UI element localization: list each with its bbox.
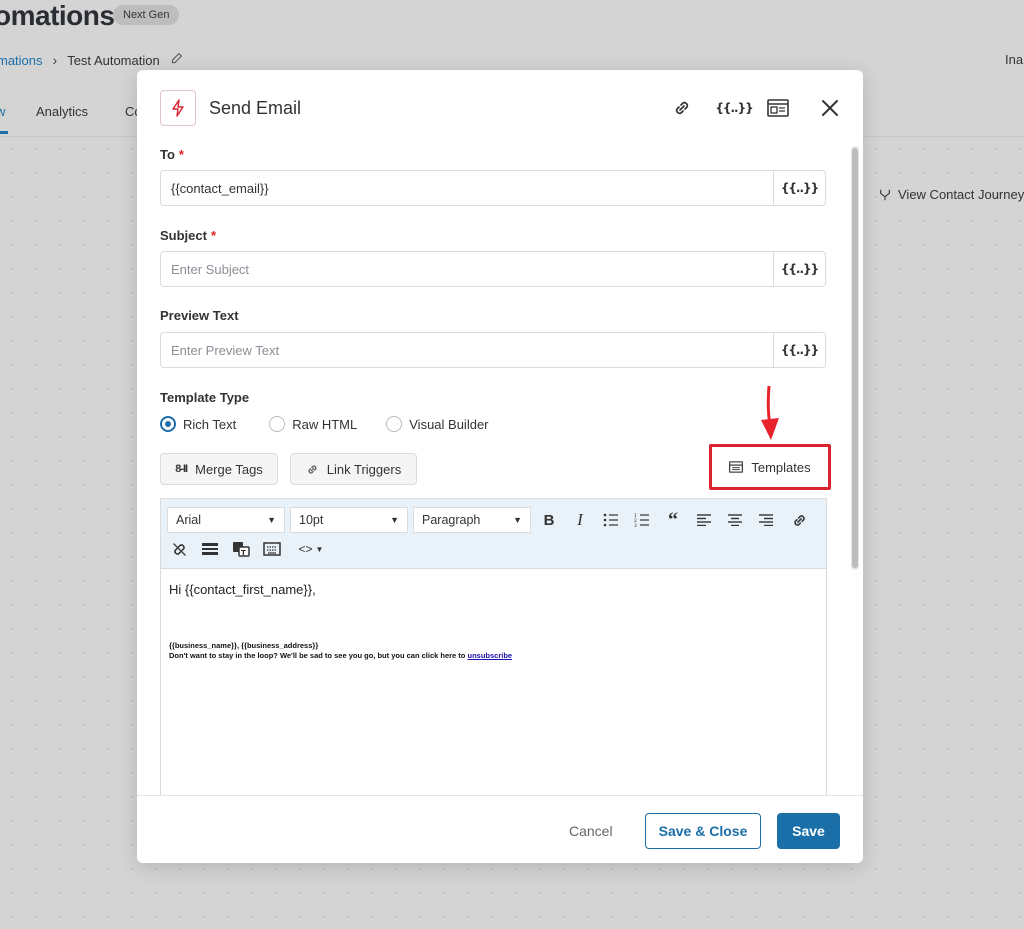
align-left-icon[interactable] [692,508,716,532]
subject-merge-tag-button[interactable]: {{..}} [773,252,825,286]
breadcrumb-parent-link[interactable]: mations [0,53,43,68]
font-size-value: 10pt [299,513,324,527]
editor-toolbar: Arial ▼ 10pt ▼ Paragraph ▼ B I 123 “ T <… [161,499,826,569]
save-and-close-button[interactable]: Save & Close [645,813,761,849]
radio-visual-builder[interactable]: Visual Builder [386,416,489,432]
merge-tags-button[interactable]: 8-II Merge Tags [160,453,278,485]
subject-input[interactable] [161,252,773,286]
template-preview-icon[interactable] [766,96,790,120]
tab-analytics[interactable]: Analytics [36,104,88,119]
numbered-list-icon[interactable]: 123 [630,508,654,532]
status-label: Ina [1005,52,1024,67]
subject-label-text: Subject [160,228,207,243]
radio-label: Rich Text [183,416,237,432]
to-label: To * [160,147,184,162]
bullet-list-icon[interactable] [599,508,623,532]
email-unsubscribe-line: Don't want to stay in the loop? We'll be… [169,651,818,661]
modal-scrollbar[interactable] [851,146,859,570]
template-icon [729,461,744,473]
caret-down-icon: ▼ [390,515,399,525]
modal-footer: Cancel Save & Close Save [137,795,863,863]
view-contact-journey-link[interactable]: View Contact Journey [878,187,1024,202]
email-greeting: Hi {{contact_first_name}}, [169,582,316,597]
unsubscribe-text: Don't want to stay in the loop? We'll be… [169,651,466,660]
templates-label: Templates [751,459,811,475]
radio-raw-html[interactable]: Raw HTML [269,416,357,432]
merge-tags-icon: 8-II [175,463,188,475]
radio-checked[interactable] [160,416,176,432]
annotation-arrow-icon [761,385,779,440]
align-right-icon[interactable] [754,508,778,532]
template-type-radio-group: Rich Text Raw HTML Visual Builder [160,416,518,432]
unlink-icon[interactable] [167,537,191,561]
merge-tags-icon[interactable]: {{..}} [715,96,753,120]
to-input[interactable] [161,171,773,205]
font-size-select[interactable]: 10pt ▼ [290,507,408,533]
save-button[interactable]: Save [777,813,840,849]
cancel-button[interactable]: Cancel [569,823,613,839]
link-triggers-label: Link Triggers [326,461,402,477]
scrollbar-thumb[interactable] [852,148,858,568]
page-title: omations [0,0,115,31]
preview-text-field: {{..}} [160,332,826,368]
caret-down-icon: ▼ [513,515,522,525]
breadcrumb-current: Test Automation [67,52,160,68]
insert-link-icon[interactable] [787,508,811,532]
tab-overview[interactable]: w [0,104,5,119]
link-icon[interactable] [670,96,694,120]
link-icon [308,464,317,474]
preview-text-label: Preview Text [160,308,239,323]
pencil-icon[interactable] [170,52,183,68]
templates-highlight-box: Templates [709,444,831,490]
unsubscribe-link[interactable]: unsubscribe [467,651,512,660]
svg-text:T: T [241,549,246,557]
svg-text:3: 3 [634,523,637,527]
subject-field: {{..}} [160,251,826,287]
caret-down-icon: ▼ [267,515,276,525]
radio-rich-text[interactable]: Rich Text [160,416,236,432]
email-business-line: {{business_name}}, {{business_address}} [169,641,319,650]
breadcrumb: mations › Test Automation [0,52,183,68]
preview-text-input[interactable] [161,333,773,367]
radio-label: Raw HTML [292,416,358,432]
lightning-icon [160,90,196,126]
next-gen-badge: Next Gen [113,5,180,25]
horizontal-rule-icon[interactable] [198,537,222,561]
to-label-text: To [160,147,175,162]
send-email-modal: Send Email {{..}} To* {{..}} Subject* {{… [137,70,863,863]
required-asterisk: * [210,228,217,243]
to-merge-tag-button[interactable]: {{..}} [773,171,825,205]
templates-button[interactable]: Templates [718,453,822,481]
branch-icon [880,189,890,200]
font-family-select[interactable]: Arial ▼ [167,507,285,533]
align-center-icon[interactable] [723,508,747,532]
preview-merge-tag-button[interactable]: {{..}} [773,333,825,367]
keyboard-icon[interactable] [260,537,284,561]
code-view-icon[interactable]: <> ▼ [293,537,329,561]
paste-text-icon[interactable]: T [229,537,253,561]
radio-label: Visual Builder [409,416,489,432]
to-field: {{..}} [160,170,826,206]
modal-title: Send Email [209,98,302,118]
modal-header: Send Email {{..}} [137,70,863,146]
merge-tags-label: Merge Tags [195,461,263,477]
active-tab-indicator [0,131,8,134]
blockquote-icon[interactable]: “ [661,508,685,532]
view-contact-journey-label: View Contact Journey [898,187,1024,202]
radio-unchecked[interactable] [386,416,403,432]
bold-icon[interactable]: B [537,508,561,532]
font-family-value: Arial [176,513,202,527]
block-format-value: Paragraph [422,513,481,527]
chevron-right-icon: › [52,52,58,68]
subject-label: Subject * [160,228,216,243]
block-format-select[interactable]: Paragraph ▼ [413,507,531,533]
required-asterisk: * [178,147,184,162]
template-type-label: Template Type [160,390,250,405]
italic-icon[interactable]: I [568,508,592,532]
close-icon[interactable] [818,96,842,120]
link-triggers-button[interactable]: Link Triggers [290,453,417,485]
radio-unchecked[interactable] [269,416,286,432]
